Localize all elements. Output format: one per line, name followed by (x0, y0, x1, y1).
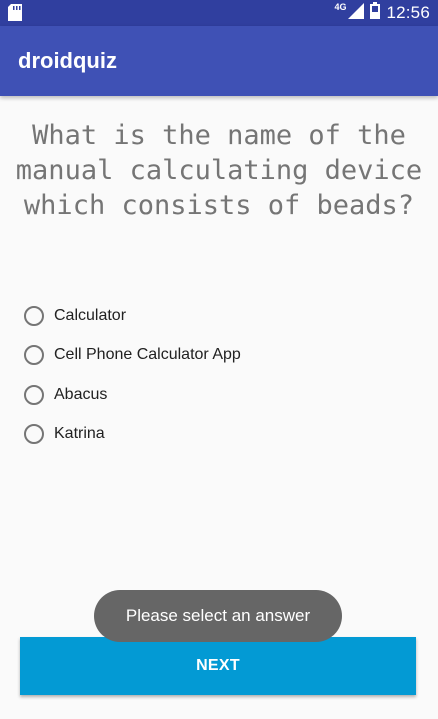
sd-card-icon (8, 4, 22, 26)
clock: 12:56 (386, 3, 430, 22)
app-bar: droidquiz (0, 26, 438, 96)
option-katrina[interactable]: Katrina (24, 415, 241, 455)
next-button[interactable]: NEXT (20, 637, 416, 695)
network-type-label: 4G (334, 2, 347, 12)
option-label: Abacus (54, 385, 108, 403)
option-calculator[interactable]: Calculator (24, 296, 241, 336)
battery-icon (370, 2, 381, 24)
radio-button-icon[interactable] (24, 305, 44, 326)
toast-message: Please select an answer (94, 590, 342, 642)
app-title: droidquiz (18, 48, 117, 73)
signal-icon (348, 2, 365, 24)
radio-button-icon[interactable] (24, 345, 44, 366)
status-bar: 4G 12:56 (0, 0, 438, 26)
question-text: What is the name of the manual calculati… (15, 120, 423, 221)
radio-button-icon[interactable] (24, 384, 44, 405)
option-label: Calculator (54, 306, 127, 324)
option-abacus[interactable]: Abacus (24, 375, 241, 415)
option-label: Katrina (54, 425, 105, 443)
answer-options: Calculator Cell Phone Calculator App Aba… (24, 296, 241, 454)
radio-button-icon[interactable] (24, 424, 44, 445)
option-label: Cell Phone Calculator App (54, 346, 241, 364)
option-cell-phone-calculator-app[interactable]: Cell Phone Calculator App (24, 336, 241, 376)
